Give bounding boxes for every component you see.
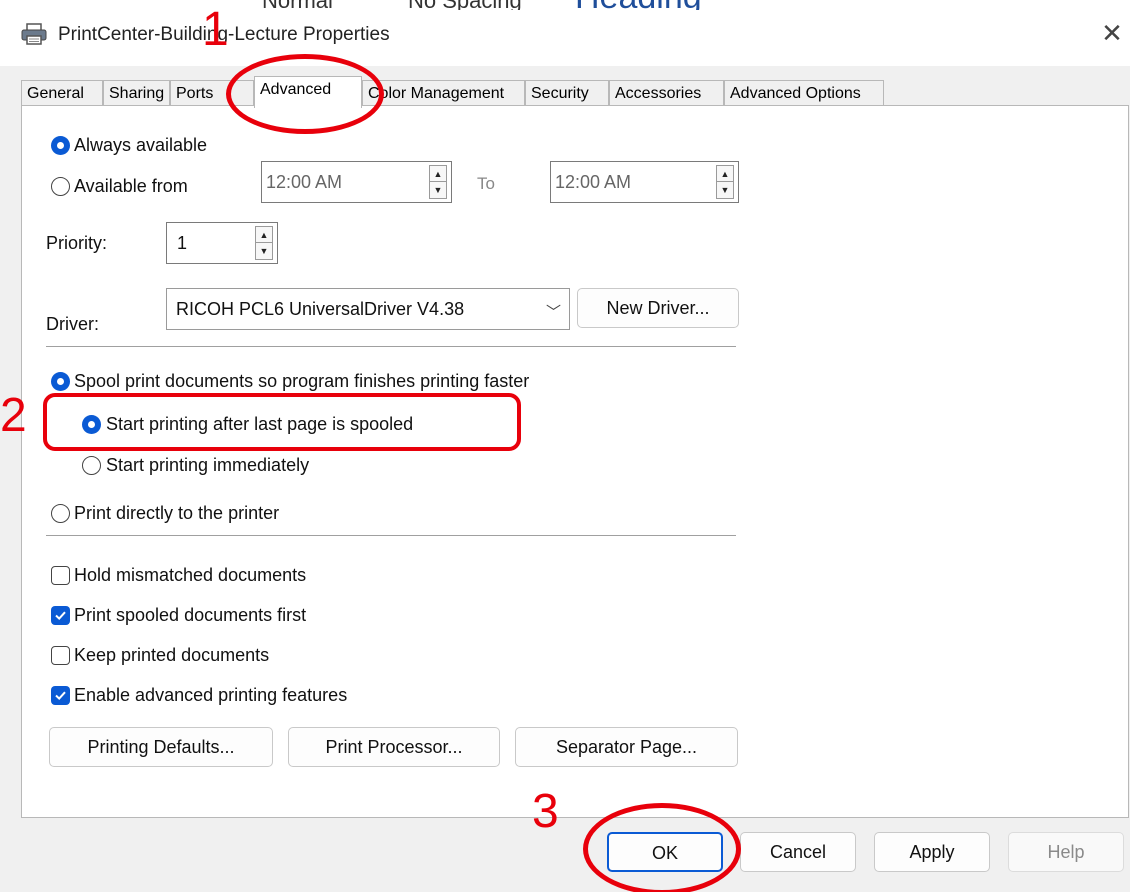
to-label: To (477, 174, 495, 193)
spin-up-icon[interactable]: ▲ (256, 227, 272, 243)
background-style-heading: Heading (575, 0, 702, 10)
keep-printed-checkbox[interactable] (51, 646, 70, 665)
cancel-button[interactable]: Cancel (740, 832, 856, 872)
spin-down-icon[interactable]: ▼ (430, 182, 446, 198)
annotation-circle-ok-button (583, 803, 741, 892)
chevron-down-icon: ﹀ (545, 304, 561, 321)
spin-down-icon[interactable]: ▼ (256, 243, 272, 259)
advanced-tab-panel: Always available Available from 12:00 AM… (21, 105, 1129, 818)
driver-select-value: RICOH PCL6 UniversalDriver V4.38 (176, 299, 465, 319)
always-available-label[interactable]: Always available (74, 135, 207, 156)
available-from-radio[interactable] (51, 177, 70, 196)
apply-button[interactable]: Apply (874, 832, 990, 872)
enable-advanced-features-checkbox[interactable] (51, 686, 70, 705)
printing-defaults-button[interactable]: Printing Defaults... (49, 727, 273, 767)
tab-accessories[interactable]: Accessories (609, 80, 724, 107)
priority-label: Priority: (46, 233, 108, 253)
tab-general[interactable]: General (21, 80, 103, 107)
priority-spin-buttons[interactable]: ▲ ▼ (255, 226, 273, 260)
annotation-step-3: 3 (532, 785, 559, 838)
priority-spinner[interactable]: 1 ▲ ▼ (166, 222, 278, 264)
spool-radio[interactable] (51, 372, 70, 391)
spin-up-icon[interactable]: ▲ (717, 166, 733, 182)
hold-mismatched-checkbox[interactable] (51, 566, 70, 585)
separator-page-button[interactable]: Separator Page... (515, 727, 738, 767)
help-button[interactable]: Help (1008, 832, 1124, 872)
driver-label: Driver: (46, 314, 99, 334)
start-immediately-label[interactable]: Start printing immediately (106, 455, 309, 476)
separator (46, 346, 736, 347)
print-directly-label[interactable]: Print directly to the printer (74, 503, 279, 524)
print-processor-button[interactable]: Print Processor... (288, 727, 500, 767)
close-icon[interactable]: ✕ (1096, 18, 1128, 50)
hold-mismatched-label[interactable]: Hold mismatched documents (74, 565, 306, 586)
keep-printed-label[interactable]: Keep printed documents (74, 645, 269, 666)
tab-advanced-options[interactable]: Advanced Options (724, 80, 884, 107)
title-bar[interactable]: Normal No Spacing Heading PrintCenter-Bu… (0, 0, 1130, 66)
to-time-value: 12:00 AM (555, 172, 632, 192)
spin-up-icon[interactable]: ▲ (430, 166, 446, 182)
spin-down-icon[interactable]: ▼ (717, 182, 733, 198)
enable-advanced-features-label[interactable]: Enable advanced printing features (74, 685, 347, 706)
tab-sharing[interactable]: Sharing (103, 80, 170, 107)
tab-advanced[interactable]: Advanced (254, 76, 362, 108)
driver-select[interactable]: RICOH PCL6 UniversalDriver V4.38 ﹀ (166, 288, 570, 330)
from-time-spin-buttons[interactable]: ▲ ▼ (429, 165, 447, 199)
annotation-box-start-after-spooled (43, 393, 521, 451)
to-time-spin-buttons[interactable]: ▲ ▼ (716, 165, 734, 199)
to-time-spinner[interactable]: 12:00 AM ▲ ▼ (550, 161, 739, 203)
checkmark-icon (55, 691, 66, 701)
printer-icon (21, 23, 47, 45)
new-driver-button[interactable]: New Driver... (577, 288, 739, 328)
print-directly-radio[interactable] (51, 504, 70, 523)
separator (46, 535, 736, 536)
tab-color-management[interactable]: Color Management (362, 80, 525, 107)
checkmark-icon (55, 611, 66, 621)
background-style-no-spacing: No Spacing (408, 0, 522, 10)
start-immediately-radio[interactable] (82, 456, 101, 475)
tab-security[interactable]: Security (525, 80, 609, 107)
printer-properties-dialog: Normal No Spacing Heading PrintCenter-Bu… (0, 0, 1130, 892)
from-time-value: 12:00 AM (266, 172, 343, 192)
priority-value: 1 (177, 233, 188, 253)
spool-label[interactable]: Spool print documents so program finishe… (74, 371, 529, 392)
background-style-normal: Normal (262, 0, 333, 10)
background-document-strip: Normal No Spacing Heading (0, 0, 1130, 10)
annotation-step-2: 2 (0, 389, 27, 442)
print-spooled-first-checkbox[interactable] (51, 606, 70, 625)
print-spooled-first-label[interactable]: Print spooled documents first (74, 605, 306, 626)
always-available-radio[interactable] (51, 136, 70, 155)
available-from-label[interactable]: Available from (74, 176, 188, 197)
from-time-spinner[interactable]: 12:00 AM ▲ ▼ (261, 161, 452, 203)
annotation-step-1: 1 (202, 3, 229, 56)
